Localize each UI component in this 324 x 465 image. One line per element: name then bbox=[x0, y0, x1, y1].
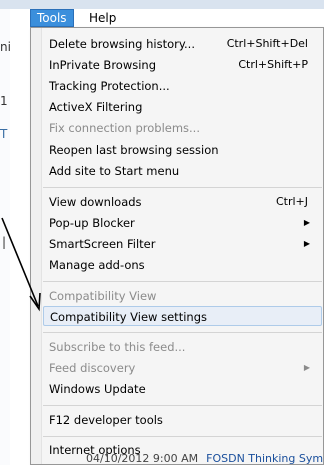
menu-item-f12-developer-tools[interactable]: F12 developer tools bbox=[43, 410, 322, 430]
menu-item-label: Manage add-ons bbox=[49, 258, 145, 272]
submenu-arrow-icon: ▶ bbox=[303, 239, 310, 248]
menu-item-smartscreen-filter[interactable]: SmartScreen Filter ▶ bbox=[43, 234, 322, 254]
menu-separator bbox=[43, 281, 322, 282]
menu-item-shortcut: Ctrl+Shift+P bbox=[238, 58, 308, 71]
menu-item-popup-blocker[interactable]: Pop-up Blocker ▶ bbox=[43, 213, 322, 233]
menu-separator bbox=[43, 187, 322, 188]
menu-separator bbox=[43, 332, 322, 333]
menu-item-label: Pop-up Blocker bbox=[49, 216, 135, 230]
page-list-row: 04/10/2012 9:00 AM FOSDN Thinking Symp bbox=[86, 452, 324, 465]
menu-item-shortcut: Ctrl+Shift+Del bbox=[226, 37, 308, 50]
menu-bar: Tools Help bbox=[0, 0, 324, 27]
page-row-date: 04/10/2012 9:00 AM bbox=[86, 452, 199, 465]
menu-item-tracking-protection[interactable]: Tracking Protection... bbox=[43, 76, 322, 96]
menu-item-subscribe-to-feed: Subscribe to this feed... bbox=[43, 337, 322, 357]
menu-item-label: Subscribe to this feed... bbox=[49, 340, 186, 354]
menu-item-label: SmartScreen Filter bbox=[49, 237, 156, 251]
menu-item-add-site-to-start-menu[interactable]: Add site to Start menu bbox=[43, 161, 322, 181]
menu-item-label: View downloads bbox=[49, 195, 142, 209]
menu-item-inprivate-browsing[interactable]: InPrivate Browsing Ctrl+Shift+P bbox=[43, 55, 322, 75]
menu-item-shortcut: Ctrl+J bbox=[275, 195, 308, 208]
menu-item-label: Compatibility View settings bbox=[50, 310, 207, 324]
menu-item-manage-add-ons[interactable]: Manage add-ons bbox=[43, 255, 322, 275]
menu-item-label: Reopen last browsing session bbox=[49, 143, 219, 157]
menu-item-label: Delete browsing history... bbox=[49, 37, 195, 51]
menu-item-activex-filtering[interactable]: ActiveX Filtering bbox=[43, 97, 322, 117]
menu-item-label: Fix connection problems... bbox=[49, 121, 200, 135]
menu-separator bbox=[43, 405, 322, 406]
menu-item-label: Add site to Start menu bbox=[49, 164, 180, 178]
menu-item-view-downloads[interactable]: View downloads Ctrl+J bbox=[43, 192, 322, 212]
menu-item-label: InPrivate Browsing bbox=[49, 58, 157, 72]
page-text-fragment: | bbox=[2, 235, 7, 249]
page-row-link[interactable]: FOSDN Thinking Symp bbox=[206, 452, 324, 465]
menu-item-label: ActiveX Filtering bbox=[49, 100, 143, 114]
menu-item-windows-update[interactable]: Windows Update bbox=[43, 379, 322, 399]
menu-item-label: Feed discovery bbox=[49, 361, 136, 375]
menu-help[interactable]: Help bbox=[83, 9, 122, 27]
submenu-arrow-icon: ▶ bbox=[303, 363, 310, 372]
menu-item-label: Compatibility View bbox=[49, 289, 157, 303]
tools-dropdown-menu: Delete browsing history... Ctrl+Shift+De… bbox=[30, 27, 324, 465]
menu-item-delete-browsing-history[interactable]: Delete browsing history... Ctrl+Shift+De… bbox=[43, 34, 322, 54]
menu-icon-gutter bbox=[31, 28, 42, 464]
menu-item-fix-connection-problems: Fix connection problems... bbox=[43, 118, 322, 138]
page-text-fragment: 1 bbox=[0, 94, 8, 108]
menu-item-compatibility-view: Compatibility View bbox=[43, 286, 322, 306]
menu-separator bbox=[43, 436, 322, 437]
submenu-arrow-icon: ▶ bbox=[303, 218, 310, 227]
page-text-fragment: T bbox=[0, 127, 8, 141]
menu-item-feed-discovery: Feed discovery ▶ bbox=[43, 358, 322, 378]
page-text-fragment: ni bbox=[0, 40, 11, 54]
menu-item-label: Tracking Protection... bbox=[49, 79, 170, 93]
menu-item-compatibility-view-settings[interactable]: Compatibility View settings bbox=[43, 306, 322, 326]
menu-item-label: F12 developer tools bbox=[49, 413, 163, 427]
menu-item-label: Windows Update bbox=[49, 382, 146, 396]
menu-item-reopen-last-session[interactable]: Reopen last browsing session bbox=[43, 140, 322, 160]
menu-tools[interactable]: Tools bbox=[30, 9, 74, 27]
